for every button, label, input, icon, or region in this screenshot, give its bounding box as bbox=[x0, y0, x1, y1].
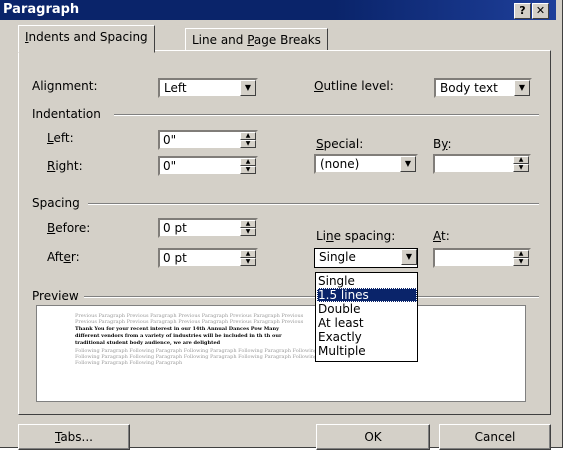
before-label: Before: bbox=[47, 221, 91, 235]
at-label: At: bbox=[433, 229, 450, 243]
preview-box: Previous Paragraph Previous Paragraph Pr… bbox=[36, 305, 526, 402]
option-at-least[interactable]: At least bbox=[317, 316, 417, 330]
outline-level-value: Body text bbox=[440, 81, 498, 95]
chevron-down-icon[interactable]: ▼ bbox=[400, 156, 416, 172]
ok-button[interactable]: OK bbox=[316, 424, 430, 450]
right-indent-label: Right: bbox=[47, 159, 83, 173]
left-indent-spinner[interactable]: 0" ▲ ▼ bbox=[158, 130, 258, 150]
preview-group-label: Preview bbox=[32, 289, 79, 303]
spin-down-icon[interactable]: ▼ bbox=[240, 140, 256, 148]
preview-divider bbox=[84, 296, 539, 298]
spin-up-icon[interactable]: ▲ bbox=[513, 156, 529, 164]
paragraph-dialog: Paragraph ? ✕ Indents and Spacing Line a… bbox=[0, 0, 563, 450]
dialog-title: Paragraph bbox=[3, 2, 80, 17]
after-label: After: bbox=[47, 250, 80, 264]
alignment-value: Left bbox=[164, 81, 187, 95]
before-spinner[interactable]: 0 pt ▲ ▼ bbox=[158, 218, 258, 238]
tab-indents-and-spacing[interactable]: Indents and Spacing bbox=[18, 25, 155, 53]
help-button[interactable]: ? bbox=[514, 3, 531, 19]
by-label: By: bbox=[433, 137, 452, 151]
at-spinner[interactable]: ▲ ▼ bbox=[433, 248, 531, 268]
special-label: Special: bbox=[316, 137, 364, 151]
spin-down-icon[interactable]: ▼ bbox=[240, 258, 256, 266]
option-multiple[interactable]: Multiple bbox=[317, 344, 417, 358]
preview-line: different vendors from a variety of indu… bbox=[75, 333, 282, 339]
spacing-group-label: Spacing bbox=[32, 196, 80, 210]
line-spacing-dropdown-list: Single 1.5 lines Double At least Exactly… bbox=[315, 272, 418, 362]
right-indent-value: 0" bbox=[163, 159, 177, 173]
tab-line-and-page-breaks[interactable]: Line and Page Breaks bbox=[185, 28, 328, 51]
preview-line: Previous Paragraph Previous Paragraph Pr… bbox=[75, 319, 304, 325]
chevron-down-icon[interactable]: ▼ bbox=[401, 249, 417, 265]
spin-down-icon[interactable]: ▼ bbox=[513, 164, 529, 172]
tabs-button[interactable]: Tabs... bbox=[18, 424, 130, 450]
special-select[interactable]: (none) ▼ bbox=[314, 154, 418, 174]
close-icon: ✕ bbox=[535, 4, 546, 17]
spin-up-icon[interactable]: ▲ bbox=[240, 158, 256, 166]
right-indent-spinner[interactable]: 0" ▲ ▼ bbox=[158, 156, 258, 176]
before-value: 0 pt bbox=[163, 221, 187, 235]
after-value: 0 pt bbox=[163, 251, 187, 265]
outline-level-label: Outline level: bbox=[314, 79, 394, 93]
alignment-label: Alignment: bbox=[32, 79, 98, 93]
spin-down-icon[interactable]: ▼ bbox=[240, 228, 256, 236]
spin-up-icon[interactable]: ▲ bbox=[240, 250, 256, 258]
spin-down-icon[interactable]: ▼ bbox=[513, 258, 529, 266]
option-1-5-lines[interactable]: 1.5 lines bbox=[317, 288, 417, 302]
spin-up-icon[interactable]: ▲ bbox=[240, 132, 256, 140]
spacing-divider bbox=[88, 203, 539, 205]
close-button[interactable]: ✕ bbox=[532, 3, 549, 19]
question-mark-icon: ? bbox=[519, 4, 526, 17]
option-double[interactable]: Double bbox=[317, 302, 417, 316]
special-value: (none) bbox=[320, 157, 360, 171]
preview-line: Following Paragraph Following Paragraph bbox=[75, 360, 183, 366]
line-spacing-select[interactable]: Single ▼ bbox=[314, 248, 418, 268]
spin-down-icon[interactable]: ▼ bbox=[240, 166, 256, 174]
spin-up-icon[interactable]: ▲ bbox=[513, 250, 529, 258]
title-bar[interactable]: Paragraph bbox=[0, 0, 556, 20]
left-indent-value: 0" bbox=[163, 133, 177, 147]
chevron-down-icon[interactable]: ▼ bbox=[240, 80, 256, 96]
by-spinner[interactable]: ▲ ▼ bbox=[433, 154, 531, 174]
preview-line: Thank You for your recent interest in ou… bbox=[75, 326, 280, 332]
option-single[interactable]: Single bbox=[317, 274, 417, 288]
after-spinner[interactable]: 0 pt ▲ ▼ bbox=[158, 248, 258, 268]
left-indent-label: Left: bbox=[47, 131, 74, 145]
preview-line: traditional student body audience, we ar… bbox=[75, 340, 221, 346]
cancel-button[interactable]: Cancel bbox=[439, 424, 551, 450]
chevron-down-icon[interactable]: ▼ bbox=[514, 80, 530, 96]
alignment-select[interactable]: Left ▼ bbox=[158, 78, 258, 98]
spin-up-icon[interactable]: ▲ bbox=[240, 220, 256, 228]
line-spacing-label: Line spacing: bbox=[316, 229, 396, 243]
outline-level-select[interactable]: Body text ▼ bbox=[434, 78, 532, 98]
indentation-group-label: Indentation bbox=[32, 107, 101, 121]
line-spacing-value: Single bbox=[319, 250, 356, 264]
option-exactly[interactable]: Exactly bbox=[317, 330, 417, 344]
indentation-divider bbox=[114, 114, 539, 116]
